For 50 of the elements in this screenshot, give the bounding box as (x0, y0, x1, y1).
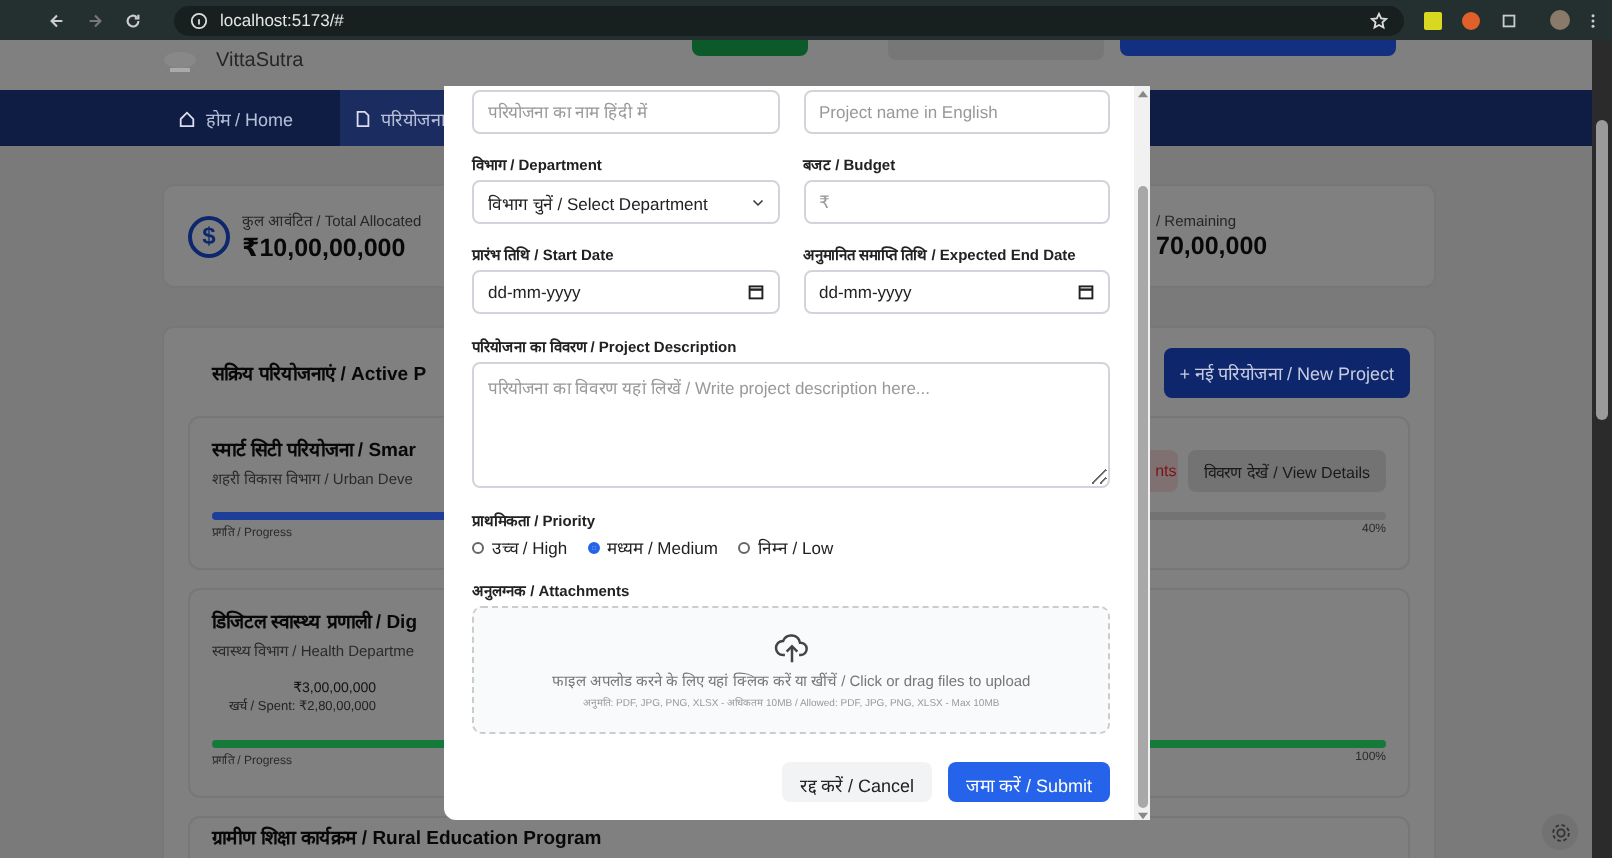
info-icon[interactable] (190, 11, 208, 29)
avatar-icon[interactable] (1550, 10, 1570, 30)
url-text: localhost:5173/# (220, 10, 344, 30)
calendar-icon (1078, 284, 1094, 300)
header-field[interactable] (887, 40, 1104, 60)
reload-icon[interactable] (124, 11, 142, 29)
start-date-field[interactable]: dd-mm-yyyy (472, 270, 779, 314)
calendar-icon (747, 284, 763, 300)
settings-icon[interactable] (1542, 814, 1578, 850)
dollar-icon: $ (188, 215, 230, 257)
hindi-name-field[interactable]: परियोजना का नाम हिंदी में (472, 90, 779, 134)
project-title: डिजिटल स्वास्थ्य प्रणाली / Dig (212, 608, 417, 634)
cancel-button[interactable]: रद्द करें / Cancel (781, 762, 932, 802)
project-title: ग्रामीण शिक्षा कार्यक्रम / Rural Education Program (212, 824, 602, 850)
radio-icon[interactable] (472, 541, 484, 553)
department-select[interactable]: विभाग चुनें / Select Department (472, 180, 779, 224)
priority-radio[interactable]: मध्यम / Medium (587, 536, 718, 558)
extension-icon[interactable] (1424, 11, 1442, 29)
action-button[interactable]: विवरण देखें / View Details (1188, 450, 1386, 492)
app-name: VittaSutra (216, 50, 304, 72)
nav-tab[interactable]: होम / Home (164, 90, 308, 146)
scroll-down-icon[interactable] (1137, 812, 1147, 820)
emblem-icon (160, 50, 200, 74)
priority-radio[interactable]: निम्न / Low (737, 536, 834, 558)
home-icon (178, 109, 196, 127)
description-field[interactable]: परियोजना का विवरण यहां लिखें / Write project description here... (472, 362, 1110, 488)
section-title: सक्रिय परियोजनाएं / Active P (212, 360, 427, 386)
stat-value: ₹10,00,00,000 (242, 232, 408, 262)
back-icon[interactable] (48, 11, 66, 29)
document-icon (353, 109, 372, 127)
end-date-field[interactable]: dd-mm-yyyy (803, 270, 1110, 314)
star-icon[interactable] (1370, 11, 1388, 29)
caret-icon (751, 196, 763, 208)
forward-icon[interactable] (86, 11, 104, 29)
stat-value: 70,00,000 (1156, 232, 1268, 260)
radio-icon[interactable] (737, 541, 750, 553)
project-title: स्मार्ट सिटी परियोजना / Smar (212, 436, 416, 462)
new-project-button[interactable]: + नई परियोजना / New Project (1163, 348, 1410, 398)
menu-icon[interactable] (1590, 11, 1596, 29)
puzzle-icon[interactable] (1500, 11, 1518, 29)
priority-radio[interactable]: उच्च / High (472, 536, 568, 558)
english-name-field[interactable]: Project name in English (803, 90, 1110, 134)
radio-icon[interactable] (587, 541, 600, 553)
cloud-upload-icon (773, 631, 809, 663)
extension-icon[interactable] (1462, 11, 1480, 29)
budget-field[interactable]: ₹ (803, 180, 1110, 224)
submit-button[interactable]: जमा करें / Submit (947, 762, 1110, 802)
modal-scrollbar[interactable] (1134, 86, 1150, 820)
page-scrollbar[interactable] (1592, 40, 1612, 858)
address-bar[interactable]: localhost:5173/# (174, 5, 1404, 35)
